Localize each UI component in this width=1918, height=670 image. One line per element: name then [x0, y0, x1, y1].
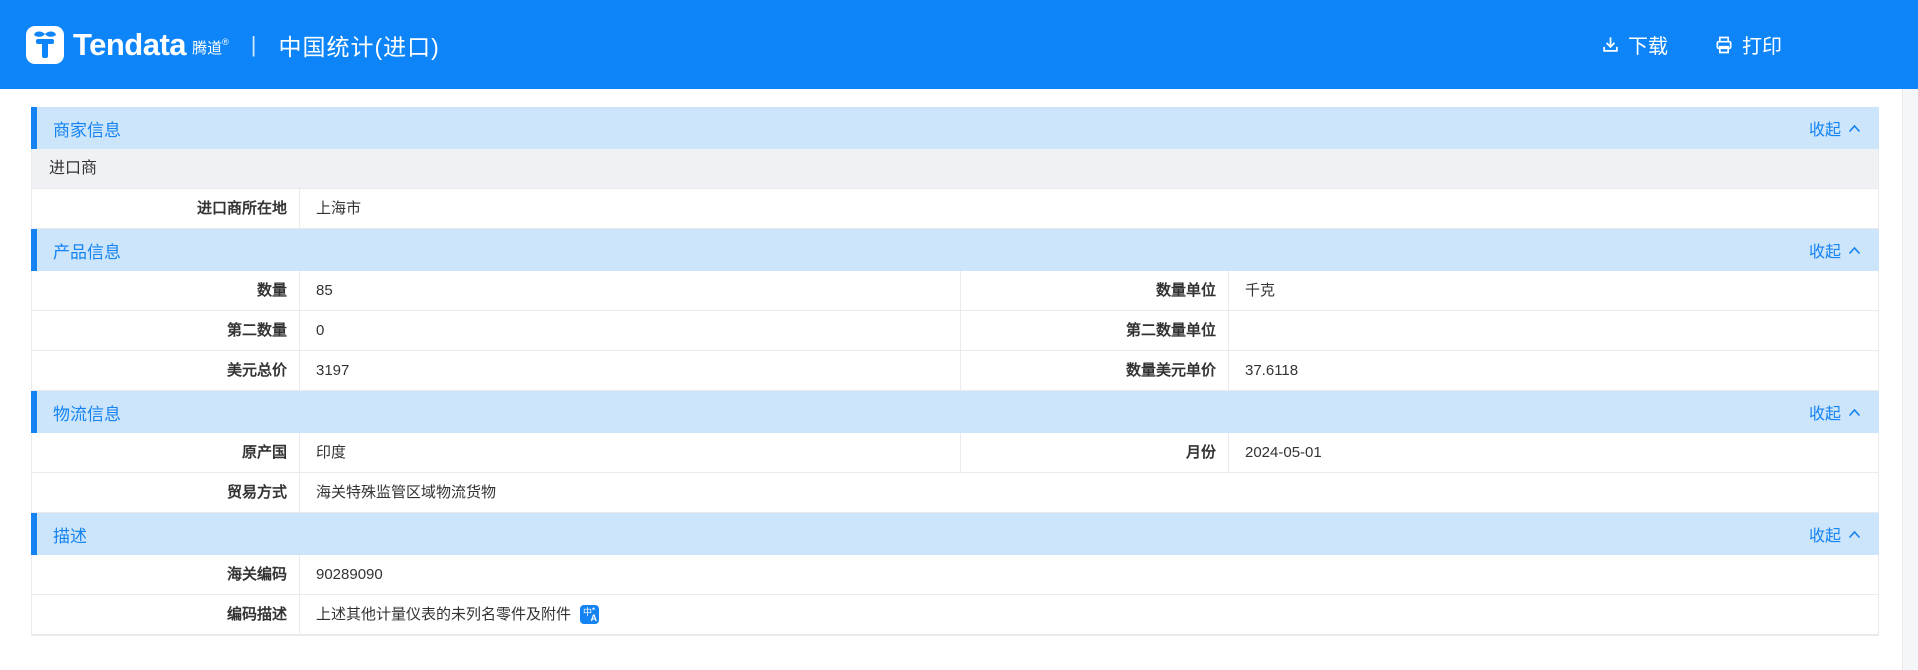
collapse-label: 收起 [1808, 528, 1841, 545]
field-value: 85 [300, 271, 961, 310]
field-value: 千克 [1245, 281, 1276, 299]
table-row: 第二数量 0 第二数量单位 [32, 311, 1878, 351]
merchant-rows: 进口商 进口商所在地 上海市 [31, 149, 1879, 229]
brand-cn: 腾道 [192, 39, 223, 57]
field-value: 37.6118 [1245, 361, 1299, 379]
product-rows: 数量 85 数量单位 千克 第二数量 0 第二数量单位 美元总价 3197 数量… [31, 271, 1879, 391]
field-label: 数量 [32, 271, 300, 310]
field-label: 月份 [961, 433, 1229, 472]
svg-text:A: A [591, 613, 598, 623]
download-icon [1601, 35, 1620, 54]
collapse-label: 收起 [1808, 122, 1841, 139]
chevron-up-icon [1848, 408, 1861, 417]
section-title: 描述 [53, 526, 87, 546]
logistics-rows: 原产国 印度 月份 2024-05-01 贸易方式 海关特殊监管区域物流货物 [31, 433, 1879, 513]
download-label: 下载 [1628, 36, 1668, 58]
field-value: 2024-05-01 [1245, 443, 1322, 461]
section-header-product: 产品信息 收起 [31, 229, 1879, 271]
field-value: 3197 [300, 351, 961, 390]
brand-name: Tendata [73, 26, 187, 62]
download-button[interactable]: 下载 [1601, 30, 1668, 59]
field-value: 印度 [300, 433, 961, 472]
page-title: 中国统计(进口) [278, 33, 440, 60]
collapse-button-description[interactable]: 收起 [1809, 522, 1861, 546]
chevron-up-icon [1848, 124, 1861, 133]
tendata-logo: Tendata 腾道® [26, 25, 229, 64]
field-label: 第二数量单位 [961, 311, 1229, 350]
table-row: 原产国 印度 月份 2024-05-01 [32, 433, 1878, 473]
table-row: 贸易方式 海关特殊监管区域物流货物 [32, 473, 1878, 513]
collapse-button-merchant[interactable]: 收起 [1809, 116, 1861, 140]
section-header-logistics: 物流信息 收起 [31, 391, 1879, 433]
field-value: 海关特殊监管区域物流货物 [316, 483, 497, 501]
header-actions: 下载 打印 [1601, 30, 1782, 59]
collapse-button-logistics[interactable]: 收起 [1809, 400, 1861, 424]
field-label: 海关编码 [32, 555, 300, 594]
collapse-label: 收起 [1808, 244, 1841, 261]
table-row: 进口商所在地 上海市 [32, 189, 1878, 229]
field-value: 上海市 [316, 199, 362, 217]
section-header-merchant: 商家信息 收起 [31, 107, 1879, 149]
field-value: 90289090 [316, 565, 383, 583]
chevron-up-icon [1848, 246, 1861, 255]
print-label: 打印 [1742, 36, 1782, 58]
section-title: 商家信息 [53, 120, 121, 140]
table-row: 进口商 [32, 149, 1878, 189]
field-value [1229, 311, 1878, 350]
table-row: 数量 85 数量单位 千克 [32, 271, 1878, 311]
field-value: 0 [300, 311, 961, 350]
printer-icon [1714, 35, 1734, 55]
importer-label: 进口商 [49, 159, 98, 177]
field-label: 第二数量 [32, 311, 300, 350]
field-value: 上述其他计量仪表的未列名零件及附件 [316, 605, 572, 623]
description-rows: 海关编码 90289090 编码描述 上述其他计量仪表的未列名零件及附件 中 A [31, 555, 1879, 636]
print-button[interactable]: 打印 [1714, 30, 1782, 59]
collapse-label: 收起 [1808, 406, 1841, 423]
table-row: 编码描述 上述其他计量仪表的未列名零件及附件 中 A [32, 595, 1878, 635]
tendata-logo-icon [26, 25, 64, 64]
field-label: 编码描述 [32, 595, 300, 634]
field-label: 原产国 [32, 433, 300, 472]
translate-icon[interactable]: 中 A [580, 605, 600, 624]
app-header: Tendata 腾道® | 中国统计(进口) 下载 打印 [0, 0, 1918, 89]
header-separator: | [250, 31, 257, 57]
section-title: 物流信息 [53, 404, 121, 424]
collapse-button-product[interactable]: 收起 [1809, 238, 1861, 262]
detail-panel: 商家信息 收起 进口商 进口商所在地 上海市 产品信息 收起 数量 85 数量单… [31, 107, 1879, 636]
field-value-wrap: 上述其他计量仪表的未列名零件及附件 中 A [300, 595, 1878, 634]
field-label: 美元总价 [32, 351, 300, 390]
brand-registered-mark: ® [222, 36, 229, 47]
table-row: 美元总价 3197 数量美元单价 37.6118 [32, 351, 1878, 391]
field-label: 进口商所在地 [32, 189, 300, 228]
table-row: 海关编码 90289090 [32, 555, 1878, 595]
field-label: 数量单位 [961, 271, 1229, 310]
scrollbar-track[interactable] [1902, 89, 1918, 670]
chevron-up-icon [1848, 530, 1861, 539]
field-label: 贸易方式 [32, 473, 300, 512]
section-header-description: 描述 收起 [31, 513, 1879, 555]
field-label: 数量美元单价 [961, 351, 1229, 390]
section-title: 产品信息 [53, 242, 121, 262]
